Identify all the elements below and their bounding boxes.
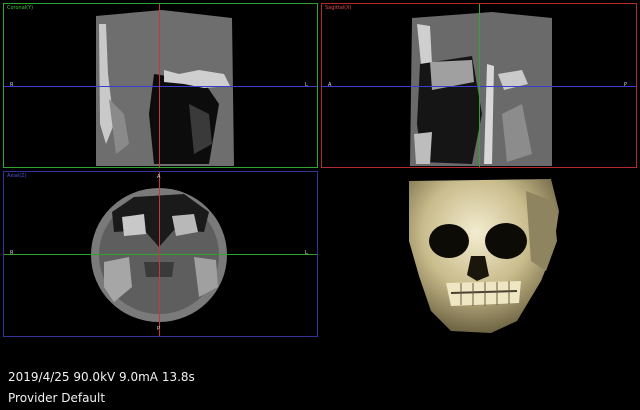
coronal-title: Coronal(Y) — [7, 5, 34, 11]
sagittal-viewport[interactable]: Sagittal(X) A P — [321, 3, 637, 168]
orientation-anterior-label: A — [328, 82, 332, 88]
axial-viewport[interactable]: Axial(Z) A R L P — [3, 171, 318, 337]
orientation-posterior-label: P — [157, 326, 161, 332]
provider-label: Provider Default — [8, 391, 106, 405]
skull-3d-icon — [409, 179, 559, 333]
orientation-right-label: R — [10, 250, 14, 256]
crosshair-vertical[interactable] — [159, 172, 160, 336]
orientation-right-label: R — [10, 82, 14, 88]
crosshair-vertical[interactable] — [479, 4, 480, 167]
acquisition-info: 2019/4/25 90.0kV 9.0mA 13.8s — [8, 370, 195, 384]
3d-render-viewport[interactable] — [321, 171, 637, 337]
sagittal-title: Sagittal(X) — [325, 5, 352, 11]
orientation-left-label: L — [305, 250, 308, 256]
crosshair-vertical[interactable] — [159, 4, 160, 167]
orientation-posterior-label: P — [624, 82, 628, 88]
crosshair-horizontal[interactable] — [4, 254, 317, 255]
axial-title: Axial(Z) — [7, 173, 27, 179]
orientation-anterior-label: A — [157, 174, 161, 180]
crosshair-horizontal[interactable] — [4, 86, 317, 87]
coronal-viewport[interactable]: Coronal(Y) R L — [3, 3, 318, 168]
orientation-left-label: L — [305, 82, 308, 88]
